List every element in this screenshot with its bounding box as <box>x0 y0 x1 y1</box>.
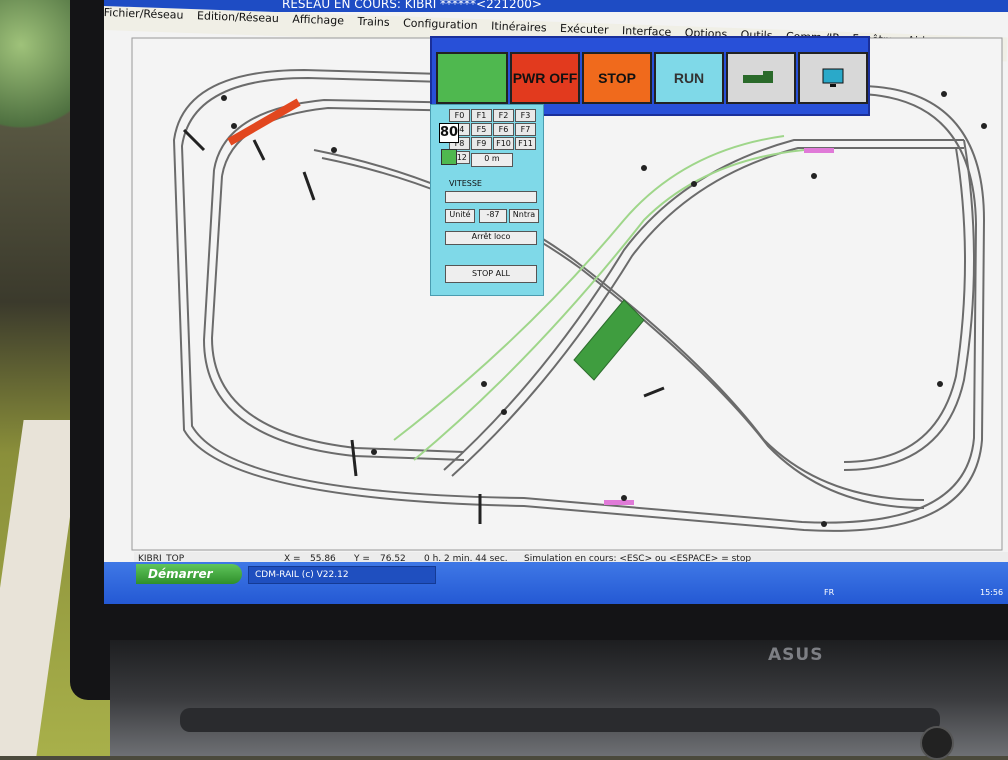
fkey-f5[interactable]: F5 <box>471 123 492 136</box>
fkey-f10[interactable]: F10 <box>493 137 514 150</box>
fkey-f7[interactable]: F7 <box>515 123 536 136</box>
fkey-f6[interactable]: F6 <box>493 123 514 136</box>
unit-button[interactable]: Unité <box>445 209 475 223</box>
locomotive-icon[interactable] <box>726 52 796 104</box>
laptop-lower-body <box>110 640 1008 756</box>
start-button[interactable]: Démarrer <box>136 564 242 584</box>
vitesse-label: VITESSE <box>449 179 482 188</box>
stop-all-button[interactable]: STOP ALL <box>445 265 537 283</box>
monitor-graphic <box>822 68 844 87</box>
loco-graphic <box>743 71 773 83</box>
speed-value: -87 <box>479 209 507 223</box>
plant-foliage <box>0 0 70 150</box>
taskbar-app-item[interactable]: CDM-RAIL (c) V22.12 <box>248 566 436 584</box>
monitor-icon[interactable] <box>798 52 868 104</box>
brand-logo: ASUS <box>768 645 824 665</box>
language-indicator[interactable]: FR <box>824 588 834 597</box>
fkey-f0[interactable]: F0 <box>449 109 470 122</box>
fkey-f3[interactable]: F3 <box>515 109 536 122</box>
loco-status-indicator <box>441 149 457 165</box>
laptop-hinge <box>180 708 940 732</box>
stop-loco-button[interactable]: Arrêt loco <box>445 231 537 245</box>
fkey-f1[interactable]: F1 <box>471 109 492 122</box>
mode-button[interactable]: Nntra <box>509 209 539 223</box>
fkey-f2[interactable]: F2 <box>493 109 514 122</box>
speed-limit-display: 80 <box>439 123 459 143</box>
distance-display: 0 m <box>471 153 513 167</box>
power-off-button[interactable]: PWR OFF <box>510 52 580 104</box>
clock: 15:56 <box>980 588 1004 597</box>
fkey-f11[interactable]: F11 <box>515 137 536 150</box>
power-on-button[interactable] <box>436 52 508 104</box>
run-label: RUN <box>673 70 705 86</box>
run-button[interactable]: RUN <box>654 52 724 104</box>
speed-slider[interactable] <box>445 191 537 203</box>
loco-control-panel: F0 F1 F2 F3 F4 F5 F6 F7 F8 F9 F10 F11 F1… <box>430 104 544 296</box>
power-button-icon <box>920 726 954 760</box>
fkey-f9[interactable]: F9 <box>471 137 492 150</box>
system-tray: FR 15:56 <box>824 586 1008 602</box>
laptop-screen: RESEAU EN COURS: KIBRI ******<221200> Fi… <box>104 0 1008 604</box>
windows-taskbar: Démarrer CDM-RAIL (c) V22.12 FR 15:56 <box>104 562 1008 604</box>
stop-button[interactable]: STOP <box>582 52 652 104</box>
